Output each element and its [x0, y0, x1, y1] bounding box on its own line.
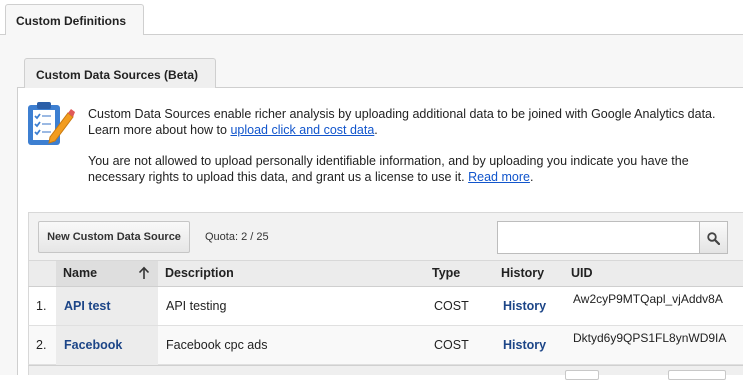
header-type[interactable]: Type — [432, 266, 460, 280]
row-description: API testing — [166, 299, 227, 313]
row-uid: Aw2cyP9MTQapl_vjAddv8A — [573, 292, 723, 306]
tab-custom-data-sources[interactable]: Custom Data Sources (Beta) — [24, 58, 216, 88]
row-type: COST — [434, 299, 469, 313]
row-index: 1. — [36, 299, 47, 313]
quota-label: Quota: 2 / 25 — [205, 231, 269, 243]
data-source-name-link[interactable]: Facebook — [64, 338, 122, 352]
search-icon — [707, 232, 720, 245]
new-custom-data-source-button[interactable]: New Custom Data Source — [38, 221, 190, 253]
info-paragraph-1: Custom Data Sources enable richer analys… — [88, 107, 716, 137]
sort-ascending-icon[interactable] — [138, 266, 150, 280]
header-description[interactable]: Description — [165, 266, 234, 280]
clipboard-checklist-icon — [28, 102, 75, 145]
header-history: History — [501, 266, 545, 280]
data-source-name-link[interactable]: API test — [64, 299, 111, 313]
tab-custom-definitions[interactable]: Custom Definitions — [5, 4, 144, 35]
upload-data-link[interactable]: upload click and cost data — [230, 123, 374, 137]
row-type: COST — [434, 338, 469, 352]
read-more-link[interactable]: Read more — [468, 170, 530, 184]
header-name[interactable]: Name — [63, 266, 97, 280]
info-paragraph-2: You are not allowed to upload personally… — [88, 154, 689, 184]
row-index: 2. — [36, 338, 47, 352]
pagination-control[interactable] — [565, 370, 599, 380]
row-uid: Dktyd6y9QPS1FL8ynWD9IA — [573, 331, 727, 345]
search-button[interactable] — [700, 221, 728, 254]
history-link[interactable]: History — [503, 299, 546, 313]
row-description: Facebook cpc ads — [166, 338, 268, 352]
pagination-nav[interactable] — [668, 370, 726, 380]
history-link[interactable]: History — [503, 338, 546, 352]
info-text: Custom Data Sources enable richer analys… — [88, 106, 728, 185]
table-footer — [28, 365, 743, 375]
search-input[interactable] — [497, 221, 700, 254]
header-uid: UID — [571, 266, 593, 280]
